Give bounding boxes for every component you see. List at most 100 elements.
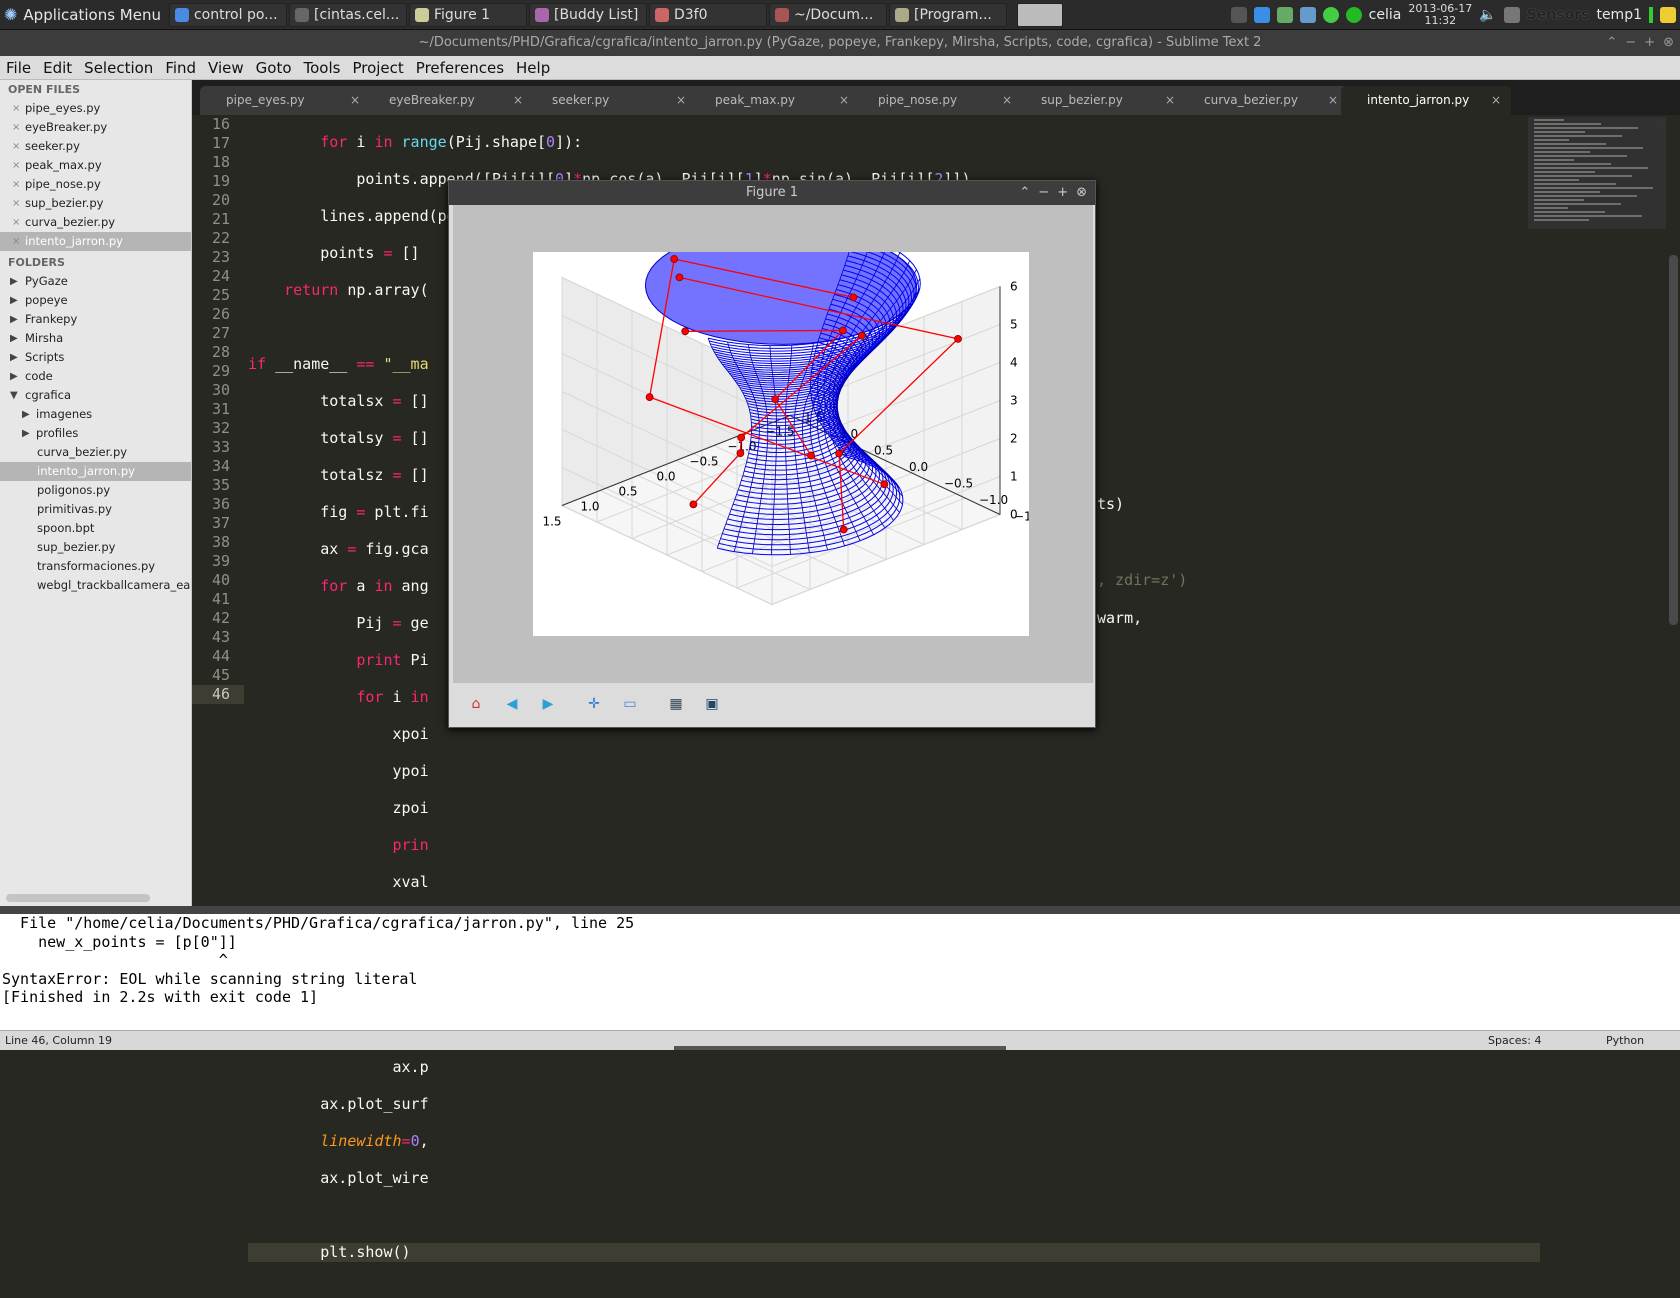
zoom-icon[interactable]: ▭ <box>619 693 641 715</box>
folder-item-imagenes[interactable]: ▶ imagenes <box>0 405 191 424</box>
home-icon[interactable]: ⌂ <box>465 693 487 715</box>
network-icon[interactable] <box>1230 7 1247 23</box>
open-file-item[interactable]: × pipe_eyes.py <box>0 99 191 118</box>
tab-close-icon[interactable]: × <box>1002 86 1012 115</box>
taskbar-task-0[interactable]: control po... <box>168 2 287 27</box>
chevron-down-icon[interactable]: ▼ <box>10 386 18 405</box>
close-file-icon[interactable]: × <box>12 137 20 156</box>
signal-icon[interactable] <box>1299 7 1316 23</box>
open-file-item[interactable]: × pipe_nose.py <box>0 175 191 194</box>
save-icon[interactable]: ▣ <box>701 693 723 715</box>
taskbar-task-4[interactable]: D3f0 <box>648 2 767 27</box>
menu-project[interactable]: Project <box>346 59 409 77</box>
folder-file-item[interactable]: intento_jarron.py <box>0 462 191 481</box>
close-file-icon[interactable]: × <box>12 118 20 137</box>
taskbar-task-active-thumbnail[interactable] <box>1016 2 1063 27</box>
chevron-right-icon[interactable]: ▶ <box>10 291 18 310</box>
menu-file[interactable]: File <box>0 59 37 77</box>
folder-file-item[interactable]: sup_bezier.py <box>0 538 191 557</box>
tab-close-icon[interactable]: × <box>676 86 686 115</box>
taskbar-task-6[interactable]: [Program... <box>888 2 1007 27</box>
folder-file-item[interactable]: poligonos.py <box>0 481 191 500</box>
menu-goto[interactable]: Goto <box>250 59 298 77</box>
folder-item-popeye[interactable]: ▶ popeye <box>0 291 191 310</box>
close-file-icon[interactable]: × <box>12 99 20 118</box>
menu-selection[interactable]: Selection <box>78 59 159 77</box>
taskbar-task-2[interactable]: Figure 1 <box>408 2 527 27</box>
open-file-item[interactable]: × intento_jarron.py <box>0 232 191 251</box>
folder-item-frankepy[interactable]: ▶ Frankepy <box>0 310 191 329</box>
tab-pipe-nose[interactable]: pipe_nose.py × <box>852 86 1022 115</box>
volume-icon[interactable]: 🔈 <box>1479 7 1496 23</box>
tab-pipe-eyes[interactable]: pipe_eyes.py × <box>200 86 370 115</box>
window-maximize-icon[interactable]: ⌃ <box>1606 30 1617 56</box>
dropbox-icon[interactable] <box>1253 7 1270 23</box>
tab-intento-jarron[interactable]: intento_jarron.py × <box>1341 86 1511 115</box>
applications-menu-button[interactable]: ✺ Applications Menu <box>0 0 169 30</box>
figure-titlebar[interactable]: Figure 1 ⌃ − + ⊗ <box>449 181 1095 205</box>
update-icon[interactable] <box>1276 7 1293 23</box>
taskbar-task-1[interactable]: [cintas.cel... <box>288 2 407 27</box>
menu-help[interactable]: Help <box>510 59 556 77</box>
back-icon[interactable]: ◀ <box>501 693 523 715</box>
close-file-icon[interactable]: × <box>12 213 20 232</box>
taskbar-task-3[interactable]: [Buddy List] <box>528 2 647 27</box>
folder-item-pygaze[interactable]: ▶ PyGaze <box>0 272 191 291</box>
close-file-icon[interactable]: × <box>12 175 20 194</box>
menu-tools[interactable]: Tools <box>298 59 347 77</box>
tab-close-icon[interactable]: × <box>513 86 523 115</box>
open-file-item[interactable]: × curva_bezier.py <box>0 213 191 232</box>
console-splitter[interactable] <box>0 906 1680 914</box>
plot-area[interactable]: 01234561.51.00.50.0−0.5−1.0−1.5−1.5−1.0−… <box>533 226 1043 636</box>
figure-expand-icon[interactable]: + <box>1057 181 1068 205</box>
tab-close-icon[interactable]: × <box>350 86 360 115</box>
tab-close-icon[interactable]: × <box>1491 86 1501 115</box>
editor-scrollbar[interactable] <box>1669 255 1678 625</box>
folder-file-item[interactable]: curva_bezier.py <box>0 443 191 462</box>
folder-item-code[interactable]: ▶ code <box>0 367 191 386</box>
figure-close-icon[interactable]: ⊗ <box>1076 181 1087 205</box>
taskbar-task-5[interactable]: ~/Docum... <box>768 2 887 27</box>
folder-item-mirsha[interactable]: ▶ Mirsha <box>0 329 191 348</box>
figure-window[interactable]: Figure 1 ⌃ − + ⊗ 0 1 2 3 4 5 6 1.5 1.0 0.5 0.0 −0.5… <box>448 180 1096 728</box>
close-file-icon[interactable]: × <box>12 232 20 251</box>
status-scrollbar[interactable] <box>674 1046 1006 1050</box>
folder-item-cgrafica[interactable]: ▼ cgrafica <box>0 386 191 405</box>
folder-item-scripts[interactable]: ▶ Scripts <box>0 348 191 367</box>
tab-close-icon[interactable]: × <box>839 86 849 115</box>
chevron-right-icon[interactable]: ▶ <box>22 424 30 443</box>
notes-icon[interactable] <box>1660 7 1676 23</box>
open-file-item[interactable]: × sup_bezier.py <box>0 194 191 213</box>
figure-minimize-icon[interactable]: − <box>1038 181 1049 205</box>
figure-maximize-icon[interactable]: ⌃ <box>1019 181 1030 205</box>
close-file-icon[interactable]: × <box>12 194 20 213</box>
subplots-icon[interactable]: ▦ <box>665 693 687 715</box>
tab-sup-bezier[interactable]: sup_bezier.py × <box>1015 86 1185 115</box>
menu-find[interactable]: Find <box>159 59 202 77</box>
tab-peak-max[interactable]: peak_max.py × <box>689 86 859 115</box>
close-file-icon[interactable]: × <box>12 156 20 175</box>
figure-canvas[interactable]: 01234561.51.00.50.0−0.5−1.0−1.5−1.5−1.0−… <box>453 205 1093 683</box>
tab-close-icon[interactable]: × <box>1328 86 1338 115</box>
sensors-icon[interactable] <box>1503 7 1520 23</box>
folder-file-item[interactable]: spoon.bpt <box>0 519 191 538</box>
pan-icon[interactable]: ✛ <box>583 693 605 715</box>
sidebar-scrollbar[interactable] <box>6 894 150 902</box>
menu-view[interactable]: View <box>202 59 250 77</box>
menu-preferences[interactable]: Preferences <box>410 59 510 77</box>
folder-file-item[interactable]: transformaciones.py <box>0 557 191 576</box>
open-file-item[interactable]: × seeker.py <box>0 137 191 156</box>
tab-curva-bezier[interactable]: curva_bezier.py × <box>1178 86 1348 115</box>
chevron-right-icon[interactable]: ▶ <box>10 367 18 386</box>
clock[interactable]: 2013-06-17 11:32 <box>1408 3 1472 27</box>
chevron-right-icon[interactable]: ▶ <box>10 348 18 367</box>
check-icon[interactable] <box>1345 7 1362 23</box>
window-expand-icon[interactable]: + <box>1644 30 1655 56</box>
open-file-item[interactable]: × eyeBreaker.py <box>0 118 191 137</box>
menu-edit[interactable]: Edit <box>37 59 78 77</box>
chevron-right-icon[interactable]: ▶ <box>10 272 18 291</box>
chevron-right-icon[interactable]: ▶ <box>10 329 18 348</box>
folder-file-item[interactable]: primitivas.py <box>0 500 191 519</box>
tab-seeker[interactable]: seeker.py × <box>526 86 696 115</box>
open-file-item[interactable]: × peak_max.py <box>0 156 191 175</box>
